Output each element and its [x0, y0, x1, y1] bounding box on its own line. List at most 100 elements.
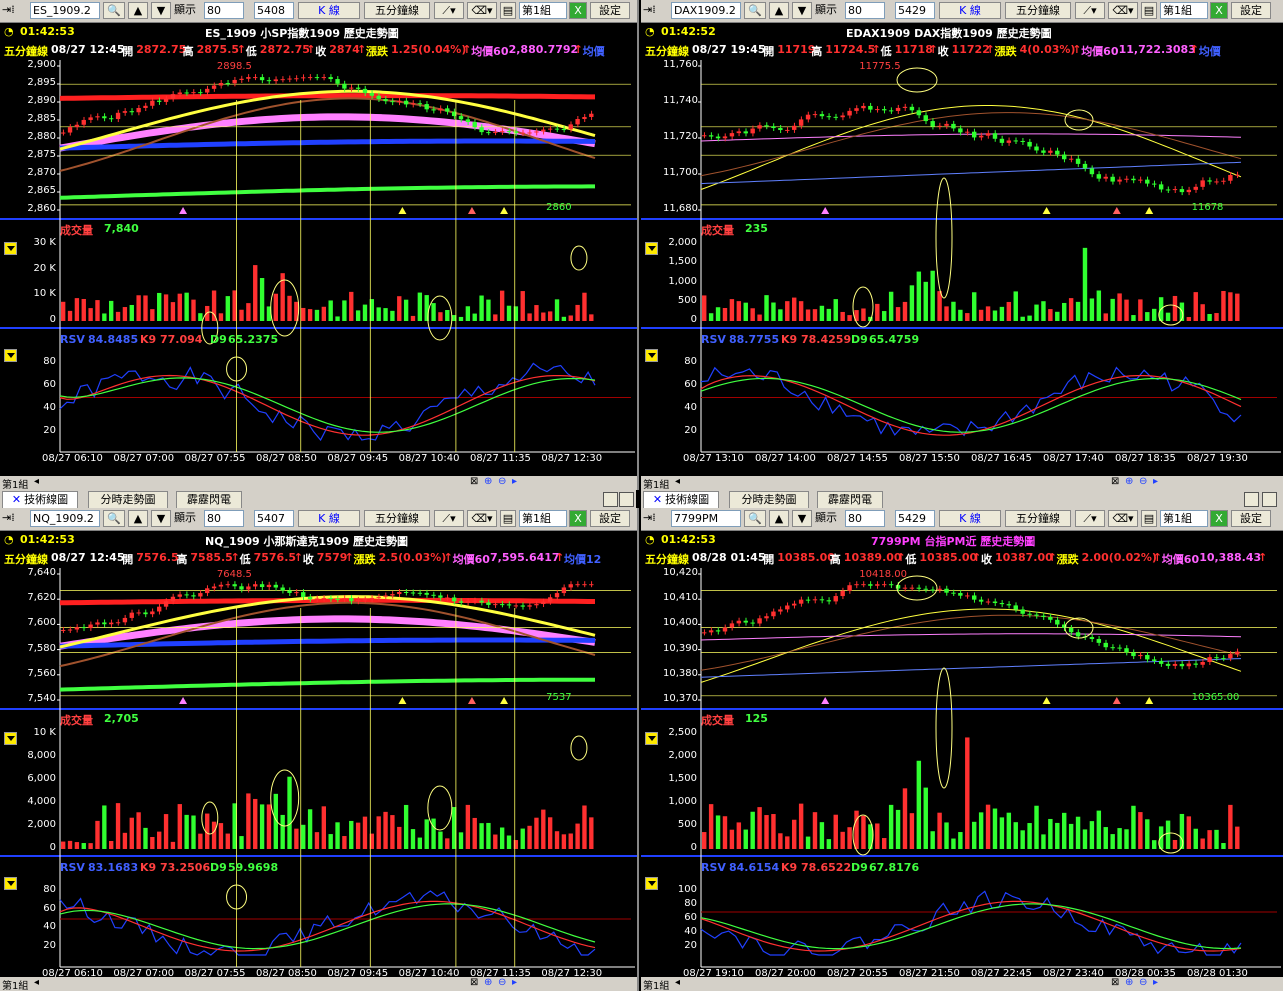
candle [861, 105, 866, 109]
volume-bar [937, 812, 942, 849]
candle [715, 136, 721, 139]
candle [1048, 150, 1053, 153]
scroll-left-icon[interactable]: ◂ [34, 476, 39, 487]
collapse-icon[interactable] [4, 732, 17, 745]
zoom-fit-icon[interactable]: ⊠ [470, 977, 478, 988]
zoom-out-icon[interactable]: ⊖ [498, 977, 506, 988]
collapse-icon[interactable] [4, 242, 17, 255]
volume-label: 成交量 [701, 714, 734, 727]
candle [362, 88, 368, 94]
close-icon[interactable]: ✕ [12, 493, 21, 506]
volume-bar [355, 310, 361, 321]
scroll-left-icon[interactable]: ◂ [34, 977, 39, 988]
candle [1186, 189, 1192, 193]
tab-tech-chart-right[interactable]: ✕ 技術線圖 [643, 491, 719, 508]
candle [702, 135, 707, 137]
volume-bar [129, 304, 134, 321]
scroll-right-icon[interactable]: ▸ [1153, 476, 1158, 487]
zoom-out-icon[interactable]: ⊖ [498, 476, 506, 487]
candle [218, 584, 224, 587]
signal-triangle-icon [1145, 697, 1154, 704]
popout-icon[interactable] [603, 492, 618, 507]
volume-bar [301, 824, 306, 849]
candle [170, 94, 176, 99]
volume-bar [702, 295, 707, 321]
candle [1124, 648, 1129, 653]
volume-bar [1062, 302, 1067, 321]
candle [1096, 174, 1102, 179]
candle [335, 598, 340, 600]
collapse-icon[interactable] [645, 732, 658, 745]
scroll-right-icon[interactable]: ▸ [512, 476, 517, 487]
signal-triangle-icon [1145, 207, 1154, 214]
collapse-icon[interactable] [4, 877, 17, 890]
zoom-in-icon[interactable]: ⊕ [1125, 977, 1133, 988]
popout-icon[interactable] [1244, 492, 1259, 507]
collapse-icon[interactable] [645, 349, 658, 362]
collapse-icon[interactable] [4, 349, 17, 362]
volume-bar [335, 316, 340, 321]
volume-bar [882, 838, 887, 849]
volume-bar [861, 815, 866, 849]
chart-window-tw: ⇥⁞ 7799PM 🔍 ▲ ▼ 顯示 80 5429 K 線五分鐘線 ⟋▾ ⌫▾ ▤ 第1組 X 設定 ◔ 01… [641, 508, 1283, 991]
annotation-ellipse [201, 801, 219, 835]
candle [266, 584, 272, 588]
time-tick: 08/27 14:00 [755, 453, 816, 464]
candle [232, 584, 237, 587]
zoom-fit-icon[interactable]: ⊠ [1111, 476, 1119, 487]
scroll-right-icon[interactable]: ▸ [512, 977, 517, 988]
scroll-left-icon[interactable]: ◂ [675, 977, 680, 988]
candle [403, 100, 409, 105]
price-tick: 2,875 [27, 149, 56, 160]
zoom-out-icon[interactable]: ⊖ [1139, 476, 1147, 487]
window-icon[interactable] [619, 492, 634, 507]
candle [736, 131, 742, 134]
volume-value: 125 [745, 712, 768, 725]
candle [916, 110, 922, 116]
candle [1110, 176, 1115, 182]
zoom-in-icon[interactable]: ⊕ [484, 476, 492, 487]
volume-bar [150, 309, 155, 321]
tab-intraday-right[interactable]: 分時走勢圖 [729, 491, 809, 508]
collapse-icon[interactable] [645, 877, 658, 890]
candle [882, 584, 887, 586]
candle [1138, 654, 1143, 657]
candle [321, 77, 326, 79]
tab-tech-chart-left[interactable]: ✕ 技術線圖 [2, 491, 78, 508]
scroll-right-icon[interactable]: ▸ [1153, 977, 1158, 988]
volume-bar [1193, 292, 1198, 321]
rsv-value: 84.6154 [729, 861, 780, 874]
zoom-in-icon[interactable]: ⊕ [1125, 476, 1133, 487]
candle [992, 601, 998, 604]
volume-bar [812, 812, 818, 849]
candle [493, 604, 498, 606]
zoom-fit-icon[interactable]: ⊠ [1111, 977, 1119, 988]
kd-tick: 40 [43, 921, 56, 933]
volume-tick: 0 [690, 314, 697, 325]
tab-news-left[interactable]: 霹靂閃電 [176, 491, 242, 508]
zoom-in-icon[interactable]: ⊕ [484, 977, 492, 988]
volume-bar [102, 805, 107, 849]
volume-bar [1062, 812, 1067, 849]
volume-bar [239, 836, 244, 849]
tab-intraday-left[interactable]: 分時走勢圖 [88, 491, 168, 508]
moving-average-line [700, 133, 1242, 142]
volume-bar [472, 817, 477, 849]
zoom-out-icon[interactable]: ⊖ [1139, 977, 1147, 988]
candle [486, 132, 491, 134]
volume-bar [771, 302, 776, 321]
tab-news-right[interactable]: 霹靂閃電 [817, 491, 883, 508]
window-icon[interactable] [1262, 492, 1277, 507]
volume-bar [150, 837, 155, 849]
candle [431, 109, 436, 111]
close-icon[interactable]: ✕ [653, 493, 662, 506]
price-tick: 11,700 [663, 167, 698, 178]
collapse-icon[interactable] [645, 242, 658, 255]
candle [1048, 616, 1053, 620]
candle [944, 123, 949, 126]
candle [239, 78, 244, 80]
zoom-fit-icon[interactable]: ⊠ [470, 476, 478, 487]
candle [61, 132, 66, 134]
scroll-left-icon[interactable]: ◂ [675, 476, 680, 487]
volume-bar [157, 292, 162, 321]
